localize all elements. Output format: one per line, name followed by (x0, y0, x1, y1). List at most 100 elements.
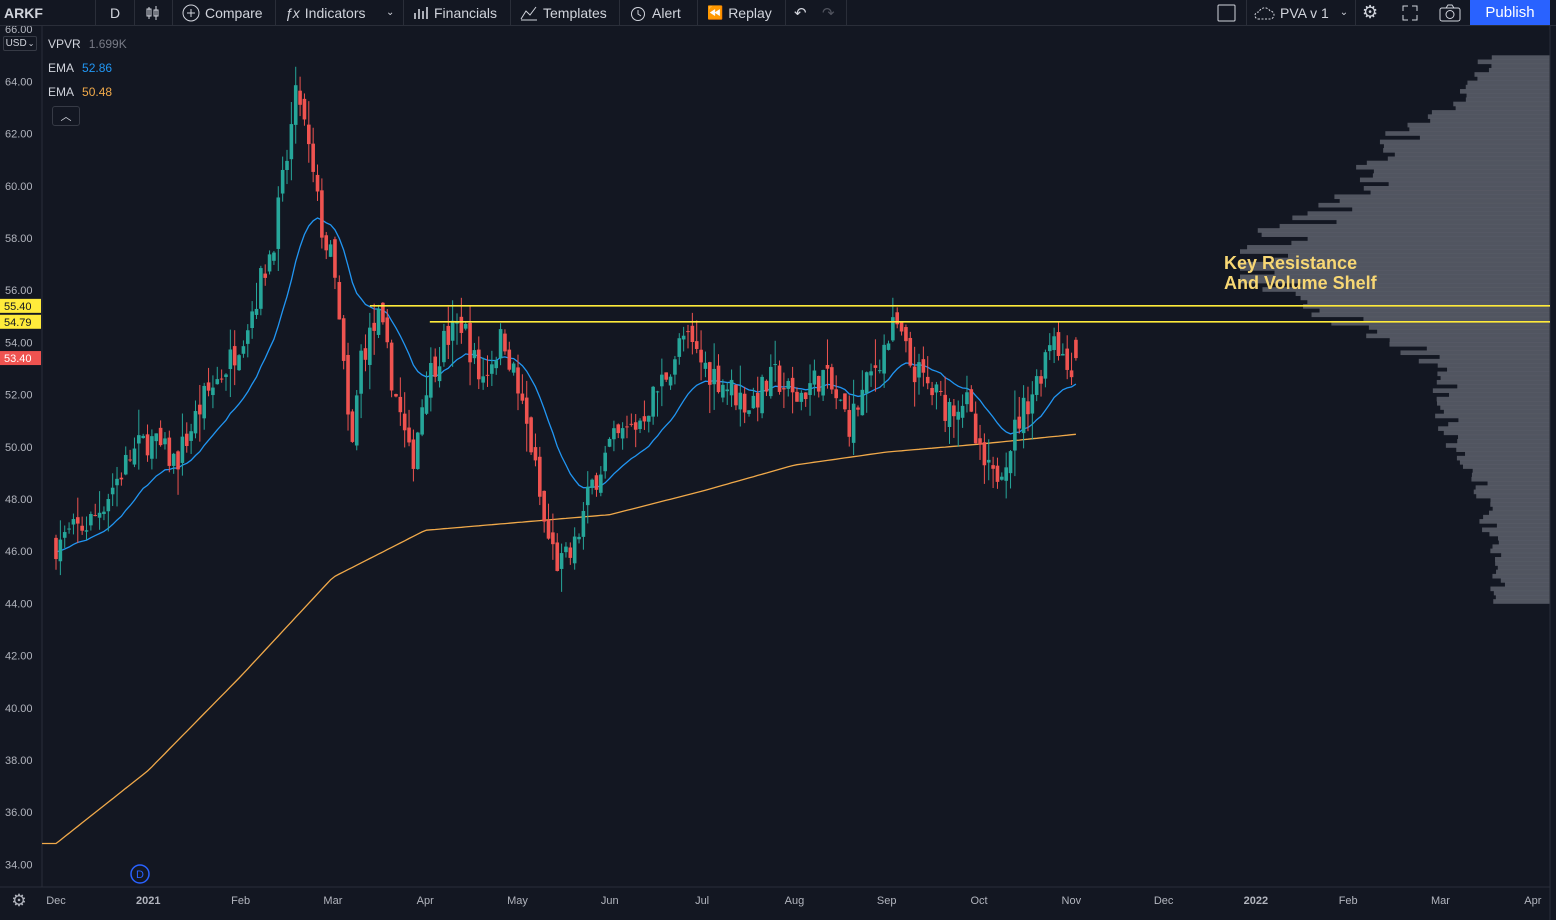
ema-slow-line (42, 433, 1076, 845)
candle-body (507, 349, 512, 370)
legend-ema-fast-value: 52.86 (82, 61, 113, 75)
candle-body (350, 411, 355, 442)
gear-icon[interactable]: ⚙ (1362, 0, 1378, 25)
rewind-icon: ⏪ (707, 4, 724, 20)
candle-body (795, 391, 799, 402)
candle-body (150, 436, 154, 459)
y-tick-label: 52.00 (5, 390, 33, 402)
candle-body (751, 395, 756, 409)
y-tick-label: 58.00 (5, 233, 33, 245)
legend-ema-slow[interactable]: EMA 50.48 (48, 85, 112, 99)
candle-body (590, 479, 594, 488)
legend-vpvr[interactable]: VPVR 1.699K (48, 37, 127, 51)
symbol-button[interactable]: ARKF (4, 0, 43, 25)
toolbar-divider (403, 0, 404, 25)
volume-profile-bar (1435, 413, 1550, 419)
interval-button[interactable]: D (110, 0, 120, 25)
candle-body (376, 308, 381, 335)
x-tick-label: 2021 (136, 895, 160, 907)
candle-body (524, 397, 529, 424)
candle-body (603, 452, 607, 472)
undo-icon[interactable]: ↶ (794, 0, 807, 25)
indicators-dropdown-icon[interactable]: ⌄ (386, 0, 394, 25)
candle-body (921, 359, 926, 373)
templates-button[interactable]: Templates (520, 0, 607, 25)
camera-icon[interactable] (1439, 0, 1461, 25)
layout-name-button[interactable]: PVA v 1 ⌄ (1253, 0, 1348, 25)
indicators-button[interactable]: ƒx Indicators (285, 0, 366, 25)
candle-body (638, 420, 642, 430)
candle-body (620, 428, 625, 439)
replay-button[interactable]: ⏪ Replay (707, 0, 772, 25)
candle-body (616, 424, 621, 434)
volume-profile-bar (1409, 126, 1550, 132)
alert-button[interactable]: Alert (629, 0, 681, 25)
dividend-marker[interactable]: D (130, 864, 150, 884)
candle-body (206, 382, 211, 391)
candle-body (904, 327, 908, 342)
candle-body (830, 367, 834, 390)
price-chart[interactable]: 34.00 36.00 38.00 40.00 42.00 44.00 46.00 48.00… (0, 26, 1556, 920)
volume-profile-bar (1430, 118, 1550, 124)
templates-icon (520, 6, 537, 20)
candle-body (542, 490, 546, 522)
candle-body (102, 511, 106, 515)
legend-ema-fast[interactable]: EMA 52.86 (48, 61, 112, 75)
volume-profile-bar (1496, 569, 1550, 575)
price-label: 53.40 (4, 353, 32, 365)
candle-body (272, 252, 276, 261)
alert-label: Alert (652, 4, 681, 21)
currency-button[interactable]: USD ⌄ (3, 36, 37, 51)
candle-body (267, 254, 272, 272)
annotation-line-2[interactable]: And Volume Shelf (1224, 273, 1378, 293)
volume-profile-bar (1466, 93, 1550, 98)
volume-profile-bar (1458, 434, 1550, 440)
candle-body (769, 366, 773, 397)
candle-body (1074, 339, 1078, 359)
candle-body (908, 337, 913, 366)
publish-button[interactable]: Publish (1470, 0, 1550, 25)
financials-button[interactable]: Financials (413, 0, 497, 25)
compare-button[interactable]: Compare (182, 0, 263, 25)
candle-body (886, 343, 891, 350)
candle-body (786, 380, 791, 389)
chart-settings-icon[interactable]: ⚙ (11, 891, 26, 910)
candle-body (856, 407, 860, 410)
candle-body (163, 438, 167, 445)
candle-body (180, 436, 185, 463)
volume-profile-bar (1418, 358, 1550, 364)
candle-body (359, 350, 363, 394)
candle-body (664, 372, 669, 380)
x-tick-label: Sep (877, 895, 897, 907)
volume-profile-bar (1482, 527, 1550, 533)
candle-style-icon[interactable] (145, 0, 161, 25)
candle-body (938, 390, 943, 392)
candle-body (363, 348, 368, 360)
volume-profile-bar (1495, 557, 1550, 562)
fullscreen-icon[interactable] (1401, 0, 1419, 25)
toolbar-divider (697, 0, 698, 25)
volume-profile-bar (1427, 114, 1550, 119)
candle-body (668, 376, 673, 386)
annotation-line-1[interactable]: Key Resistance (1224, 253, 1357, 273)
candle-body (960, 405, 965, 418)
x-tick-label: Aug (785, 895, 805, 907)
candle-body (642, 416, 647, 422)
candle-body (995, 465, 1000, 482)
x-tick-label: Dec (46, 895, 66, 907)
volume-profile-bar (1443, 430, 1550, 436)
candle-body (54, 537, 58, 560)
price-label: 54.79 (4, 317, 32, 329)
layout-square-icon[interactable] (1217, 0, 1237, 25)
candle-body (415, 432, 420, 469)
redo-icon[interactable]: ↷ (822, 0, 835, 25)
candle-body (119, 477, 124, 480)
volume-profile-bar (1445, 443, 1550, 448)
candle-body (973, 413, 978, 444)
candle-body (211, 387, 215, 396)
candle-body (1034, 376, 1039, 395)
candle-body (694, 341, 699, 349)
legend-collapse-button[interactable]: ︿ (52, 106, 80, 126)
candle-body (790, 377, 795, 393)
candle-body (594, 475, 599, 490)
